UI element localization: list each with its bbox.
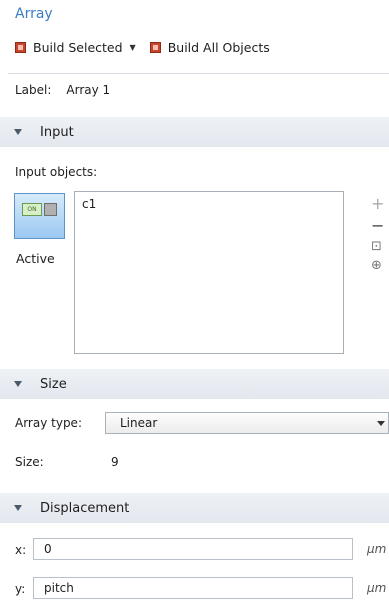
array-type-select[interactable]: Linear — [105, 412, 389, 434]
toolbar: Build Selected ▼ Build All Objects — [15, 37, 270, 57]
label-caption: Label: — [15, 83, 52, 97]
build-all-icon — [149, 41, 161, 53]
section-title-input: Input — [40, 124, 74, 140]
build-selected-dropdown-icon[interactable]: ▼ — [130, 43, 136, 52]
build-selected-button[interactable]: Build Selected — [33, 40, 123, 55]
x-value: 0 — [44, 542, 52, 556]
label-row: Label: Array 1 — [15, 83, 110, 97]
size-label: Size: — [15, 455, 44, 469]
build-all-objects-button[interactable]: Build All Objects — [168, 40, 270, 55]
zoom-to-selection-icon[interactable]: ⊕ — [371, 259, 389, 278]
section-header-size[interactable]: Size — [0, 369, 389, 399]
chevron-down-icon — [377, 421, 385, 426]
section-header-input[interactable]: Input — [0, 117, 389, 147]
array-type-value: Linear — [120, 416, 158, 430]
collapse-triangle-icon — [14, 505, 22, 511]
section-title-displacement: Displacement — [40, 500, 130, 516]
x-unit: µm — [367, 542, 387, 556]
x-displacement-input[interactable]: 0 — [33, 538, 353, 560]
input-objects-list[interactable]: c1 — [74, 191, 344, 354]
label-input[interactable]: Array 1 — [66, 83, 110, 97]
active-toggle-button[interactable]: ON — [14, 193, 65, 239]
clear-selection-icon[interactable]: ⊡ — [371, 240, 389, 259]
x-label: x: — [15, 543, 27, 557]
size-input[interactable]: 9 — [111, 455, 119, 469]
add-icon[interactable]: + — [371, 196, 389, 218]
remove-icon[interactable]: − — [371, 218, 389, 240]
y-value: pitch — [44, 581, 74, 595]
list-item[interactable]: c1 — [82, 197, 96, 211]
panel-title: Array — [15, 6, 53, 22]
build-selected-icon — [15, 41, 26, 53]
active-label: Active — [16, 251, 55, 266]
y-displacement-input[interactable]: pitch — [33, 577, 353, 599]
y-label: y: — [15, 582, 26, 596]
y-unit: µm — [367, 581, 387, 595]
section-title-size: Size — [40, 376, 67, 392]
section-header-displacement[interactable]: Displacement — [0, 493, 389, 523]
divider — [8, 73, 389, 74]
on-switch-icon: ON — [22, 203, 42, 216]
collapse-triangle-icon — [14, 129, 22, 135]
list-actions: + − ⊡ ⊕ — [371, 196, 389, 278]
collapse-triangle-icon — [14, 381, 22, 387]
selection-square-icon — [44, 203, 57, 216]
array-type-label: Array type: — [15, 416, 82, 430]
input-objects-label: Input objects: — [15, 165, 98, 179]
